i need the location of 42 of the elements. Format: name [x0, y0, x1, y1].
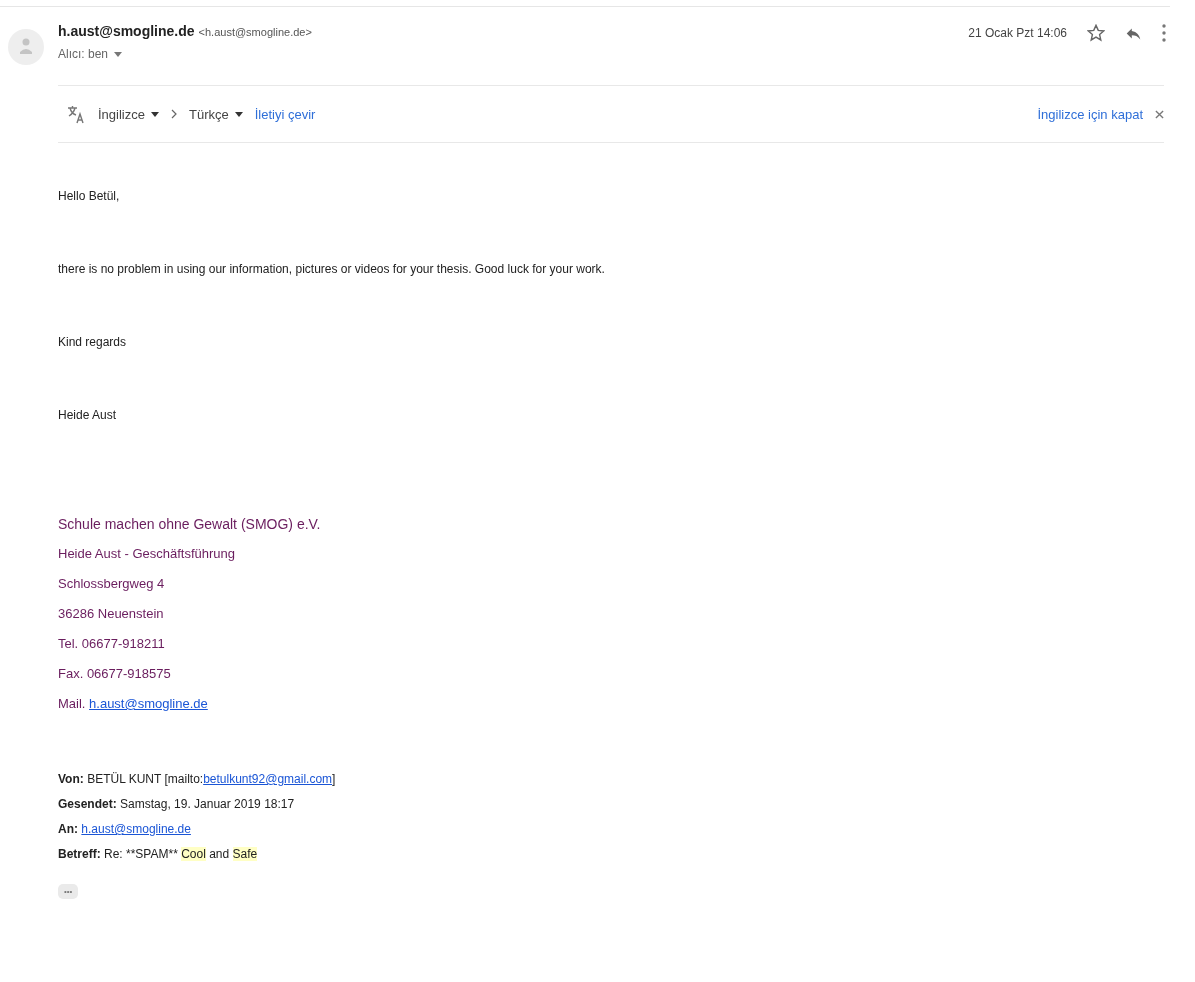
sender-address: <h.aust@smogline.de> [198, 26, 312, 38]
chevron-right-icon [170, 109, 177, 119]
text: and [208, 847, 231, 861]
highlighted-word: Safe [232, 847, 258, 861]
translate-link[interactable]: İletiyi çevir [254, 106, 316, 122]
close-icon[interactable] [1155, 109, 1164, 119]
show-trimmed-button[interactable]: ••• [58, 884, 79, 899]
caret-icon[interactable] [114, 51, 123, 57]
message-paragraph: Kind regards [58, 334, 128, 351]
field-label: Betreff: [58, 847, 101, 861]
text: BETÜL KUNT [mailto: [87, 772, 204, 786]
text: ] [332, 772, 336, 786]
message-paragraph: there is no problem in using our information, pictures or videos for your thesis. Good luck for your work. [58, 261, 606, 278]
star-icon[interactable] [1087, 24, 1105, 42]
text: Mail. [58, 696, 87, 711]
text: Fax. 06677-918575 [58, 666, 171, 681]
avatar-icon [8, 29, 44, 65]
date-text: 21 Ocak Pzt 14:06 [968, 26, 1067, 40]
caret-icon [234, 111, 243, 117]
email-link[interactable]: h.aust@smogline.de [89, 696, 208, 711]
text: 36286 Neuenstein [58, 606, 164, 621]
highlighted-word: Cool [181, 847, 206, 861]
more-icon[interactable] [1162, 23, 1166, 43]
email-link[interactable]: h.aust@smogline.de [81, 822, 191, 836]
message-paragraph: Heide Aust [58, 407, 118, 424]
text: Schule machen ohne Gewalt (SMOG) e.V. [58, 516, 321, 532]
source-language-dropdown[interactable]: İngilizce [98, 106, 159, 122]
target-language-dropdown[interactable]: Türkçe [188, 106, 243, 122]
text: Re: **SPAM** [104, 847, 179, 861]
message-paragraph: Hello Betül, [58, 188, 121, 205]
field-label: Von: [58, 772, 84, 786]
translate-icon [66, 104, 86, 124]
text: Tel. 06677-918211 [58, 636, 165, 651]
text: Heide Aust - Geschäftsführung [58, 546, 236, 561]
field-label: An: [58, 822, 78, 836]
recipient-text: Alıcı: ben [58, 47, 109, 61]
turn-off-link[interactable]: İngilizce için kapat [1037, 106, 1143, 122]
sender-name: h.aust@smogline.de [58, 23, 195, 39]
text: Schlossbergweg 4 [58, 576, 165, 591]
field-label: Gesendet: [58, 797, 117, 811]
text: Samstag, 19. Januar 2019 18:17 [120, 797, 295, 811]
caret-icon [150, 111, 159, 117]
